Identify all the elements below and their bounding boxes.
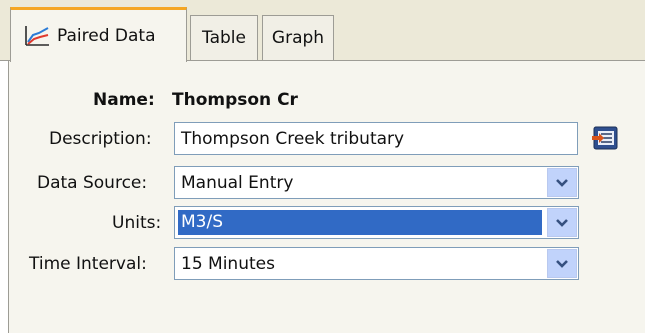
chevron-down-icon — [556, 259, 568, 268]
name-label: Name: — [93, 90, 155, 110]
chevron-down-icon — [556, 218, 568, 227]
units-dropdown-button[interactable] — [547, 208, 577, 237]
tab-table-label: Table — [202, 28, 246, 48]
name-value: Thompson Cr — [172, 90, 298, 110]
line-chart-icon — [25, 26, 49, 46]
tab-graph-label: Graph — [271, 28, 325, 48]
units-value: M3/S — [178, 210, 542, 235]
units-dropdown[interactable]: M3/S — [174, 206, 579, 239]
data-source-value: Manual Entry — [181, 172, 294, 193]
edit-description-icon[interactable] — [590, 123, 620, 153]
description-value: Thompson Creek tributary — [181, 128, 405, 149]
data-source-dropdown[interactable]: Manual Entry — [174, 166, 579, 199]
time-interval-dropdown-button[interactable] — [547, 249, 577, 278]
description-field[interactable]: Thompson Creek tributary — [174, 122, 578, 155]
tab-table[interactable]: Table — [190, 15, 258, 60]
description-label: Description: — [49, 129, 152, 149]
units-label: Units: — [112, 213, 162, 233]
tab-paired-data-label: Paired Data — [57, 26, 156, 46]
data-source-label: Data Source: — [37, 173, 148, 193]
time-interval-dropdown[interactable]: 15 Minutes — [174, 247, 579, 280]
data-source-dropdown-button[interactable] — [547, 168, 577, 197]
tab-paired-data[interactable]: Paired Data — [10, 7, 187, 62]
time-interval-value: 15 Minutes — [181, 253, 275, 274]
time-interval-label: Time Interval: — [29, 254, 147, 274]
chevron-down-icon — [556, 178, 568, 187]
tab-graph[interactable]: Graph — [262, 15, 334, 60]
